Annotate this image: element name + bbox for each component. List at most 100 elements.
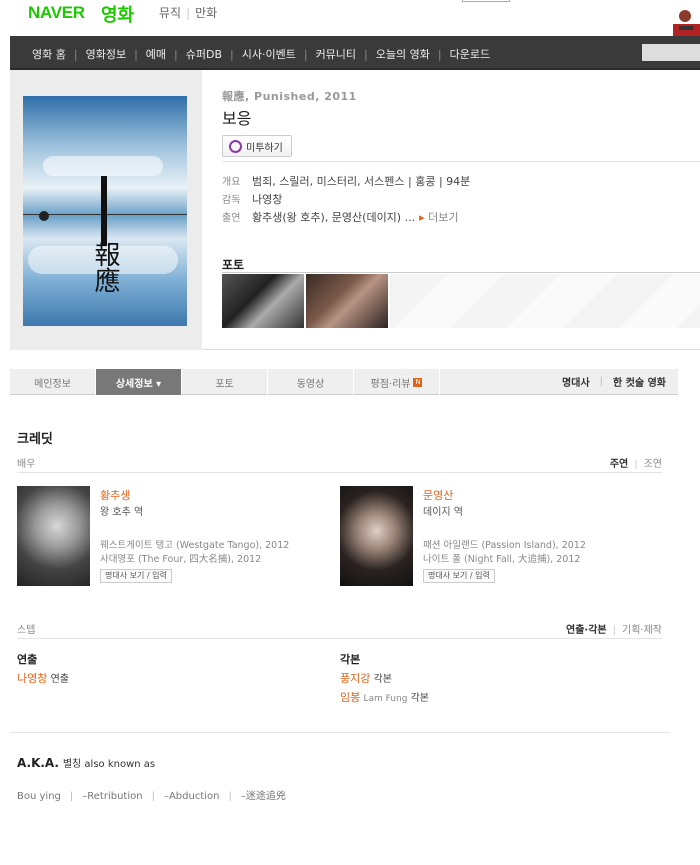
overview-label: 개요 (222, 177, 241, 188)
famous-line-button[interactable]: 명대사 보기 / 입력 (423, 569, 495, 583)
actors-subhead: 배우 주연 | 조연 (17, 455, 662, 473)
user-avatar-icon[interactable] (665, 6, 700, 36)
cast-row: 출연 황추생(왕 호추), 문영산(데이지) ... ▸ 더보기 (222, 209, 459, 225)
aka-item: –Abduction (163, 791, 220, 802)
staff-entry: 임봉 Lam Fung 각본 (340, 689, 429, 705)
movie-poster[interactable]: 報應 (23, 96, 187, 326)
photo-divider (222, 272, 700, 273)
cast-value[interactable]: 황추생(왕 호추), 문영산(데이지) ... (252, 209, 415, 225)
directing-writing-filter[interactable]: 연출·각본 (566, 625, 607, 636)
nav-community[interactable]: 커뮤니티 (316, 46, 356, 62)
writing-column: 각본 풍지강 각본 임봉 Lam Fung 각본 (340, 651, 429, 705)
staff-name-en: Lam Fung (363, 694, 408, 704)
photo-placeholder (390, 274, 700, 328)
aka-item: Bou ying (17, 791, 61, 802)
cast-label: 출연 (222, 213, 241, 224)
tab-main-info[interactable]: 메인정보 (10, 369, 96, 395)
famous-line-button[interactable]: 명대사 보기 / 입력 (100, 569, 172, 583)
staff-name[interactable]: 나영창 (17, 672, 47, 685)
original-title: 報應, Punished, 2011 (222, 90, 357, 103)
nav-download[interactable]: 다운로드 (450, 46, 490, 62)
movie-info-panel: 報應 報應, Punished, 2011 보응 미투하기 개요 범죄, 스릴러… (10, 70, 700, 350)
top-search-input[interactable] (462, 0, 510, 2)
actor-role: 왕 호추 역 (100, 507, 144, 518)
tab-right-links: 명대사 | 한 컷술 영화 (562, 374, 666, 389)
new-badge: N (413, 377, 423, 387)
actor-name[interactable]: 문영산 (423, 487, 453, 503)
staff-name[interactable]: 임봉 (340, 691, 360, 704)
more-link[interactable]: ▸ 더보기 (419, 209, 458, 225)
tab-detail-info[interactable]: 상세정보 ▾ (96, 369, 182, 395)
staff-subhead: 스텝 연출·각본 | 기획·제작 (17, 621, 662, 639)
main-nav: 영화 홈 | 영화정보 | 예매 | 슈퍼DB | 시사·이벤트 | 커뮤니티 | 오늘의 … (10, 36, 700, 70)
me2day-button[interactable]: 미투하기 (222, 135, 292, 157)
poster-area: 報應 (10, 70, 202, 350)
planning-production-filter[interactable]: 기획·제작 (622, 625, 662, 636)
nav-movie-info[interactable]: 영화정보 (86, 46, 126, 62)
music-link[interactable]: 뮤직 (159, 6, 181, 20)
nav-events[interactable]: 시사·이벤트 (242, 46, 296, 62)
top-header: NAVER 영화 뮤직 | 만화 (0, 0, 700, 36)
nav-super-db[interactable]: 슈퍼DB (186, 46, 222, 62)
photo-thumb[interactable] (306, 274, 388, 328)
tab-rating-label: 평점·리뷰 (370, 378, 411, 390)
supporting-filter[interactable]: 조연 (644, 459, 662, 470)
actor-film[interactable]: 사대명포 (The Four, 四大名捕), 2012 (100, 551, 261, 565)
overview-row: 개요 범죄, 스릴러, 미스터리, 서스펜스 | 홍콩 | 94분 (222, 173, 470, 189)
service-links: 뮤직 | 만화 (159, 6, 218, 20)
staff-role: 각본 (410, 693, 429, 704)
director-label: 감독 (222, 195, 241, 206)
photo-thumb[interactable] (222, 274, 304, 328)
aka-item: –迷途追兇 (240, 791, 286, 802)
directing-head: 연출 (17, 653, 38, 666)
actor-photo[interactable] (340, 486, 413, 586)
me2day-icon (229, 139, 242, 153)
photo-section-title: 포토 (222, 258, 245, 272)
actor-card: 황추생 왕 호추 역 웨스트게이트 탱고 (Westgate Tango), 2… (17, 486, 317, 586)
nav-booking[interactable]: 예매 (146, 46, 166, 62)
writing-head: 각본 (340, 653, 361, 666)
director-value[interactable]: 나영창 (252, 191, 282, 207)
comic-link[interactable]: 만화 (195, 6, 217, 20)
actor-film[interactable]: 나이트 폴 (Night Fall, 大追捕), 2012 (423, 551, 580, 565)
staff-filter: 연출·각본 | 기획·제작 (566, 625, 662, 636)
poster-title-glyphs: 報應 (90, 241, 120, 293)
aka-title-bold: A.K.A. (17, 756, 59, 770)
one-cut-link[interactable]: 한 컷술 영화 (613, 374, 666, 389)
aka-title-rest: 별칭 also known as (62, 759, 156, 770)
actor-film[interactable]: 웨스트게이트 탱고 (Westgate Tango), 2012 (100, 537, 289, 551)
aka-list: Bou ying | –Retribution | –Abduction | –迷途追兇 (17, 791, 286, 802)
actor-photo[interactable] (17, 486, 90, 586)
tab-photo[interactable]: 포토 (182, 369, 268, 395)
staff-label: 스텝 (17, 625, 36, 636)
movie-logo[interactable]: 영화 (101, 1, 134, 27)
aka-divider (10, 732, 670, 733)
actor-name[interactable]: 황추생 (100, 487, 130, 503)
lead-filter[interactable]: 주연 (610, 459, 628, 470)
actors-label: 배우 (17, 459, 36, 470)
meta-divider (222, 161, 700, 162)
actor-card: 문영산 데이지 역 패션 아일랜드 (Passion Island), 2012… (340, 486, 640, 586)
staff-role: 각본 (373, 674, 392, 685)
staff-entry: 나영창 연출 (17, 670, 69, 686)
staff-name[interactable]: 풍지강 (340, 672, 370, 685)
famous-line-link[interactable]: 명대사 (562, 374, 590, 389)
actor-film[interactable]: 패션 아일랜드 (Passion Island), 2012 (423, 537, 586, 551)
tab-video[interactable]: 동영상 (268, 369, 354, 395)
tab-rating-review[interactable]: 평점·리뷰 N (354, 369, 440, 395)
staff-entry: 풍지강 각본 (340, 670, 429, 686)
staff-role: 연출 (50, 674, 69, 685)
director-row: 감독 나영창 (222, 191, 282, 207)
credit-title: 크레딧 (17, 432, 53, 447)
nav-search-box[interactable] (642, 44, 700, 61)
arrow-right-icon: ▸ (419, 211, 425, 224)
overview-value: 범죄, 스릴러, 미스터리, 서스펜스 | 홍콩 | 94분 (252, 175, 471, 188)
me2day-label: 미투하기 (246, 142, 283, 154)
aka-item: –Retribution (82, 791, 143, 802)
aka-title: A.K.A. 별칭 also known as (17, 755, 155, 770)
actor-role: 데이지 역 (423, 507, 463, 518)
nav-today-movie[interactable]: 오늘의 영화 (376, 46, 430, 62)
detail-tabs: 메인정보 상세정보 ▾ 포토 동영상 평점·리뷰 N 명대사 | 한 컷술 영화 (10, 369, 678, 395)
nav-movie-home[interactable]: 영화 홈 (32, 46, 66, 62)
naver-logo[interactable]: NAVER (28, 3, 85, 23)
